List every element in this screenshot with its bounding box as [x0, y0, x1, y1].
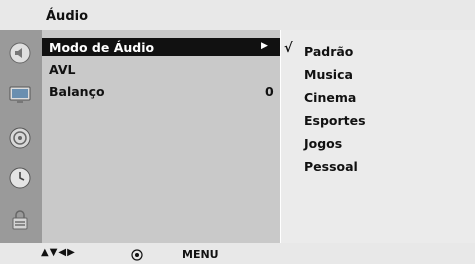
- page-title: Áudio: [46, 9, 89, 24]
- submenu-option-pessoal[interactable]: Pessoal: [304, 159, 358, 174]
- submenu-option-jogos[interactable]: Jogos: [304, 136, 342, 151]
- picture-icon[interactable]: [8, 82, 32, 106]
- nav-arrows-icon: ▲▼◀▶: [41, 247, 76, 258]
- setup-disc-icon[interactable]: [8, 126, 32, 150]
- menu-item-label: Modo de Áudio: [49, 40, 155, 55]
- menu-item-avl[interactable]: AVL: [42, 60, 280, 78]
- sound-icon[interactable]: [8, 41, 32, 65]
- menu-item-balanco[interactable]: Balanço 0: [42, 82, 280, 100]
- menu-item-modo-de-audio[interactable]: Modo de Áudio ▶: [42, 38, 280, 56]
- selected-check-icon: √: [284, 41, 293, 56]
- category-sidebar: [0, 30, 42, 243]
- submenu-option-musica[interactable]: Musica: [304, 67, 353, 82]
- submenu-option-padrao[interactable]: Padrão: [304, 44, 353, 59]
- menu-key-label: MENU: [182, 248, 219, 261]
- title-bar: Áudio: [0, 0, 475, 30]
- submenu-option-esportes[interactable]: Esportes: [304, 113, 366, 128]
- lock-icon[interactable]: [8, 208, 32, 232]
- panel-divider: [280, 30, 281, 243]
- ok-button-icon: [131, 249, 143, 261]
- footer-hints: ▲▼◀▶ MENU: [0, 243, 475, 264]
- menu-item-label: Balanço: [49, 84, 105, 99]
- balance-value: 0: [265, 84, 274, 99]
- time-clock-icon[interactable]: [8, 166, 32, 190]
- menu-item-label: AVL: [49, 62, 76, 77]
- submenu-arrow-icon: ▶: [261, 41, 268, 51]
- submenu-option-cinema[interactable]: Cinema: [304, 90, 356, 105]
